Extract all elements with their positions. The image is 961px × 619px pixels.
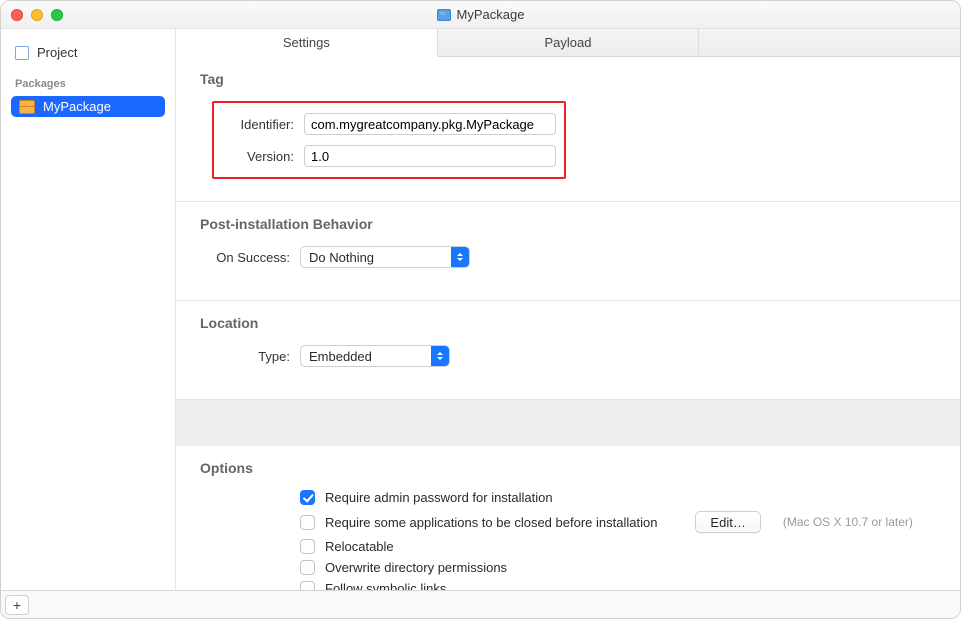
on-success-value: Do Nothing: [309, 250, 374, 265]
location-type-value: Embedded: [309, 349, 372, 364]
version-label: Version:: [214, 149, 304, 164]
checkbox-follow-symlinks[interactable]: [300, 581, 315, 590]
option-require-admin-label: Require admin password for installation: [325, 490, 553, 505]
project-icon: [15, 46, 29, 60]
edit-hint: (Mac OS X 10.7 or later): [783, 515, 913, 529]
option-overwrite-label: Overwrite directory permissions: [325, 560, 507, 575]
location-type-label: Type:: [200, 349, 300, 364]
panel-options: Options Require admin password for insta…: [176, 446, 960, 590]
settings-content: Tag Identifier: Version: Post-installat: [176, 57, 960, 590]
panel-header-post: Post-installation Behavior: [200, 216, 936, 232]
panel-header-location: Location: [200, 315, 936, 331]
edit-button[interactable]: Edit…: [695, 511, 760, 533]
zoom-window-button[interactable]: [51, 9, 63, 21]
document-icon: [437, 9, 451, 21]
sidebar-item-label: MyPackage: [43, 99, 111, 114]
on-success-select[interactable]: Do Nothing: [300, 246, 470, 268]
option-follow-symlinks-label: Follow symbolic links: [325, 581, 446, 590]
main-area: Settings Payload Tag Identifier:: [176, 29, 960, 590]
panel-header-options: Options: [200, 460, 936, 476]
tab-bar: Settings Payload: [176, 29, 960, 57]
sidebar-section-packages: Packages: [11, 76, 165, 96]
on-success-label: On Success:: [200, 250, 300, 265]
chevron-updown-icon: [451, 247, 469, 267]
sidebar-item-mypackage[interactable]: MyPackage: [11, 96, 165, 117]
highlight-annotation: Identifier: Version:: [212, 101, 566, 179]
add-button[interactable]: +: [5, 595, 29, 615]
option-relocatable-label: Relocatable: [325, 539, 394, 554]
version-input[interactable]: [304, 145, 556, 167]
identifier-input[interactable]: [304, 113, 556, 135]
panel-location: Location Type: Embedded: [176, 301, 960, 400]
identifier-label: Identifier:: [214, 117, 304, 132]
app-window: MyPackage Project Packages MyPackage Set…: [0, 0, 961, 619]
sidebar-item-project[interactable]: Project: [11, 41, 165, 76]
location-type-select[interactable]: Embedded: [300, 345, 450, 367]
tab-label: Payload: [545, 35, 592, 50]
checkbox-require-close-apps[interactable]: [300, 515, 315, 530]
window-title: MyPackage: [1, 7, 960, 22]
plus-icon: +: [13, 598, 21, 612]
edit-button-label: Edit…: [710, 515, 745, 530]
project-label: Project: [37, 45, 77, 60]
tab-label: Settings: [283, 35, 330, 50]
checkbox-require-admin[interactable]: [300, 490, 315, 505]
bottom-toolbar: +: [1, 590, 960, 618]
panel-post-install: Post-installation Behavior On Success: D…: [176, 202, 960, 301]
close-window-button[interactable]: [11, 9, 23, 21]
chevron-updown-icon: [431, 346, 449, 366]
sidebar: Project Packages MyPackage: [1, 29, 176, 590]
window-controls: [11, 9, 63, 21]
titlebar[interactable]: MyPackage: [1, 1, 960, 29]
package-icon: [19, 100, 35, 114]
window-title-text: MyPackage: [457, 7, 525, 22]
panel-tag: Tag Identifier: Version:: [176, 57, 960, 202]
option-require-close-label: Require some applications to be closed b…: [325, 515, 657, 530]
tab-payload[interactable]: Payload: [438, 29, 700, 56]
minimize-window-button[interactable]: [31, 9, 43, 21]
checkbox-relocatable[interactable]: [300, 539, 315, 554]
panel-gap: [176, 400, 960, 446]
checkbox-overwrite-permissions[interactable]: [300, 560, 315, 575]
panel-header-tag: Tag: [200, 71, 936, 87]
tab-spacer: [699, 29, 960, 56]
tab-settings[interactable]: Settings: [176, 29, 438, 57]
